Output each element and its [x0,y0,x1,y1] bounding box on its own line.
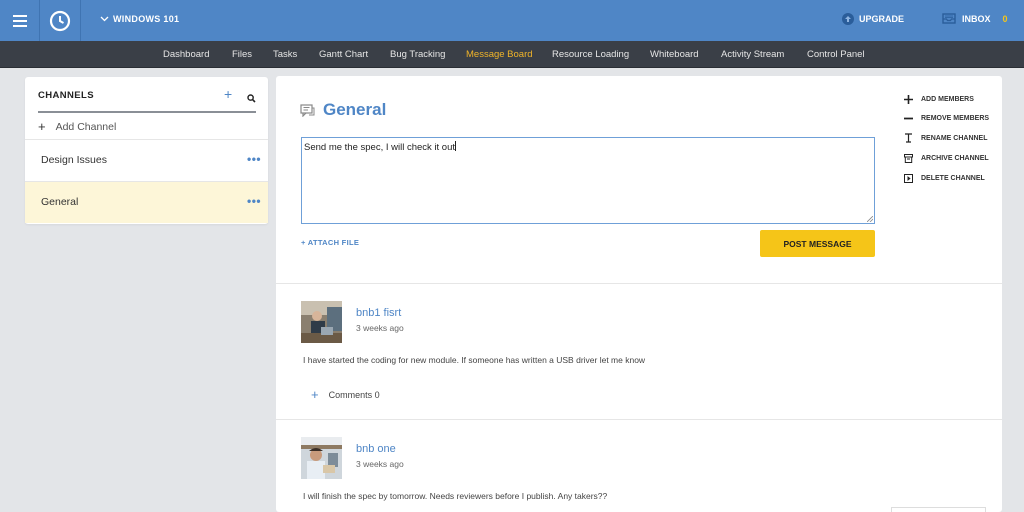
tab-message-board[interactable]: Message Board [466,49,533,60]
search-icon[interactable] [247,90,256,108]
channel-name: General [41,196,79,208]
plus-icon [903,94,913,104]
archive-channel-label: ARCHIVE CHANNEL [921,154,989,162]
timer-button[interactable] [40,0,81,41]
more-options-icon[interactable]: ••• [247,152,261,166]
message-board-panel: General Send me the spec, I will check i… [276,76,1002,512]
post-message-button[interactable]: POST MESSAGE [760,230,875,257]
post-body: I have started the coding for new module… [303,355,646,365]
tab-bug-tracking[interactable]: Bug Tracking [390,49,445,60]
inbox-button[interactable]: INBOX 0 [942,13,1008,24]
channels-divider [38,111,256,113]
plus-icon: + [311,387,319,402]
message-input-value: Send me the spec, I will check it out [304,142,456,153]
archive-channel-button[interactable]: ARCHIVE CHANNEL [903,153,989,163]
avatar[interactable] [301,437,342,479]
divider [276,283,1002,284]
tab-resource-loading[interactable]: Resource Loading [552,49,629,60]
archive-icon [903,153,913,163]
more-options-icon[interactable]: ••• [247,194,261,208]
channel-name: Design Issues [41,154,107,166]
message-input[interactable]: Send me the spec, I will check it out [301,137,875,224]
tab-whiteboard[interactable]: Whiteboard [650,49,699,60]
upgrade-button[interactable]: UPGRADE [842,13,904,25]
tab-activity-stream[interactable]: Activity Stream [721,49,784,60]
post-author[interactable]: bnb1 fisrt [356,307,401,319]
hamburger-icon [12,14,27,27]
text-cursor-icon [903,133,913,143]
upgrade-label: UPGRADE [859,14,905,24]
add-channel-label: Add Channel [55,120,117,133]
avatar[interactable] [301,301,342,343]
tab-files[interactable]: Files [232,49,252,60]
channel-item-general[interactable]: General ••• [25,182,268,223]
add-channel-icon[interactable]: + [224,86,232,102]
channel-item-design-issues[interactable]: Design Issues ••• [25,140,268,181]
remove-members-button[interactable]: REMOVE MEMBERS [903,113,989,123]
menu-button[interactable] [0,0,40,41]
add-channel-button[interactable]: + Add Channel [38,119,116,134]
text-caret [455,141,457,151]
channel-header: General [300,100,386,120]
attach-file-link[interactable]: + ATTACH FILE [301,238,359,247]
chat-bubble-icon [300,103,315,117]
comments-label: Comments 0 [328,389,380,400]
post-author[interactable]: bnb one [356,443,396,455]
inbox-icon [942,13,956,24]
workspace-name: WINDOWS 101 [113,14,180,24]
delete-channel-button[interactable]: DELETE CHANNEL [903,173,985,183]
add-members-label: ADD MEMBERS [921,95,974,103]
workspace-selector[interactable]: WINDOWS 101 [100,14,179,24]
channel-title: General [323,100,387,119]
inbox-count-badge: 0 [1002,13,1008,24]
arrow-up-icon [842,13,854,25]
resize-grip-icon[interactable] [867,216,873,222]
rename-channel-button[interactable]: RENAME CHANNEL [903,133,988,143]
delete-icon [903,173,913,183]
tab-gantt-chart[interactable]: Gantt Chart [319,49,368,60]
top-bar: WINDOWS 101 UPGRADE INBOX 0 [0,0,1024,41]
delete-channel-label: DELETE CHANNEL [921,174,985,182]
comments-toggle[interactable]: + Comments 0 [311,387,380,402]
tab-tasks[interactable]: Tasks [273,49,297,60]
tab-control-panel[interactable]: Control Panel [807,49,865,60]
channels-panel: CHANNELS + + Add Channel Design Issues •… [25,77,268,224]
inbox-label: INBOX [962,13,991,24]
divider [276,419,1002,420]
main-nav: Dashboard Files Tasks Gantt Chart Bug Tr… [0,41,1024,68]
rename-channel-label: RENAME CHANNEL [921,134,988,142]
channels-title: CHANNELS [38,90,94,101]
post-timestamp: 3 weeks ago [356,323,404,333]
add-members-button[interactable]: ADD MEMBERS [903,94,974,104]
plus-icon: + [38,119,46,134]
chevron-down-icon [100,16,109,22]
tab-dashboard[interactable]: Dashboard [163,49,209,60]
chat-widget-tab[interactable] [891,507,986,512]
clock-icon [49,10,71,31]
post-body: I will finish the spec by tomorrow. Need… [303,491,608,501]
remove-members-label: REMOVE MEMBERS [921,114,990,122]
minus-icon [903,113,913,123]
post-timestamp: 3 weeks ago [356,459,404,469]
